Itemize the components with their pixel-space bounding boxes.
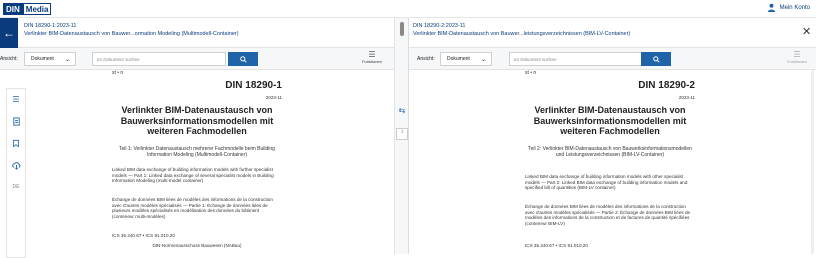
account-label: Mein Konto <box>779 4 810 11</box>
left-funktionen-button[interactable]: ☰ Funktionen <box>360 50 384 65</box>
toc-list-button[interactable]: ☰ <box>10 93 22 105</box>
right-toolbar: Ansicht: Dokument ⌄ Im Dokument suchen ☰… <box>409 48 816 70</box>
compare-rail: ⇆ ↕ <box>394 18 408 254</box>
chevron-down-icon: ⌄ <box>480 57 486 63</box>
bookmark-button[interactable] <box>10 137 22 149</box>
right-search-button[interactable] <box>641 52 671 66</box>
chevron-down-icon: ⌄ <box>64 57 70 63</box>
din-media-logo[interactable]: DIN Media <box>3 3 52 15</box>
right-subtitle: Teil 2: Verlinkter BIM-Datenaustausch vo… <box>528 146 692 158</box>
right-french-title: Échange de données BIM liées de modèles … <box>525 204 691 226</box>
print-button[interactable] <box>10 115 22 127</box>
document-icon <box>12 116 20 126</box>
right-document-pane: DIN 18290-2:2023-11 Verlinkter BIM-Daten… <box>408 18 816 254</box>
left-document-content: ☰ DE st • n DIN 18290-1 2023-11 Verlinkt… <box>0 70 408 258</box>
left-scrollbar-thumb[interactable] <box>400 22 404 36</box>
back-button[interactable]: ← <box>0 18 18 48</box>
top-bar: DIN Media Mein Konto <box>0 0 816 18</box>
sync-scroll-button[interactable]: ↕ <box>396 128 408 140</box>
right-ics: ICS 35.240.67 • ICS 91.010.20 <box>525 243 588 248</box>
left-din-mark: st • n <box>112 70 124 76</box>
arrow-left-icon: ← <box>3 26 15 40</box>
left-view-label: Ansicht: <box>0 56 18 62</box>
right-date: 2023-11 <box>678 95 695 100</box>
left-search-button[interactable] <box>228 52 258 66</box>
search-icon <box>239 55 247 63</box>
right-funktionen-label: Funktionen <box>787 59 807 64</box>
menu-icon: ☰ <box>368 50 376 59</box>
right-doc-number: DIN 18290-2 <box>638 80 695 91</box>
left-french-title: Échange de données BIM liées de modèles … <box>112 197 273 219</box>
left-doc-number: DIN 18290-1 <box>225 80 282 91</box>
left-funktionen-label: Funktionen <box>362 59 382 64</box>
user-icon <box>767 3 775 12</box>
left-side-toolbar: ☰ DE <box>6 88 26 258</box>
right-main-title: Verlinkter BIM-Datenaustausch von Bauwer… <box>533 105 687 136</box>
logo-din-text: DIN <box>3 3 23 15</box>
bookmark-icon <box>13 139 19 148</box>
left-document-pane: ← DIN 18290-1:2023-11 Verlinkter BIM-Dat… <box>0 18 408 258</box>
left-date: 2023-11 <box>265 95 282 100</box>
download-button[interactable] <box>10 159 22 171</box>
swap-documents-button[interactable]: ⇆ <box>396 106 408 118</box>
search-icon <box>652 55 660 63</box>
right-close-button[interactable]: ✕ <box>802 25 811 38</box>
right-din-mark: st • n <box>525 70 537 76</box>
cloud-download-icon <box>11 161 20 170</box>
menu-icon: ☰ <box>793 50 801 59</box>
right-view-select[interactable]: Dokument ⌄ <box>440 52 492 66</box>
swap-icon: ⇆ <box>398 106 406 115</box>
left-search-input[interactable]: Im Dokument suchen <box>92 52 226 66</box>
left-toolbar: Ansicht: Dokument ⌄ Im Dokument suchen ☰… <box>0 48 408 70</box>
list-icon: ☰ <box>12 94 20 104</box>
left-committee: DIN-Normenausschuss Bauwesen (NABau) <box>152 243 242 248</box>
sync-icon: ↕ <box>400 129 404 135</box>
logo-media-text: Media <box>22 3 52 15</box>
right-english-title: Linked BIM data exchange of building inf… <box>525 174 688 190</box>
left-subtitle: Teil 1: Verlinkter Datenaustausch mehrer… <box>119 146 275 158</box>
right-doc-title: Verlinkter BIM-Datenaustausch von Bauwer… <box>413 31 631 37</box>
language-de-toggle[interactable]: DE <box>10 181 22 193</box>
right-view-label: Ansicht: <box>417 56 435 62</box>
right-doc-header: DIN 18290-2:2023-11 Verlinkter BIM-Daten… <box>409 18 816 48</box>
account-menu[interactable]: Mein Konto <box>767 3 810 12</box>
right-document-content: st • n DIN 18290-2 2023-11 Verlinkter BI… <box>409 70 816 254</box>
left-main-title: Verlinkter BIM-Datenaustausch von Bauwer… <box>120 105 274 136</box>
right-search-input[interactable]: Im Dokument suchen <box>509 52 643 66</box>
left-doc-title: Verlinkter BIM-Datenaustausch von Bauwer… <box>24 31 239 37</box>
left-english-title: Linked BIM data exchange of building inf… <box>112 167 274 183</box>
right-doc-id: DIN 18290-2:2023-11 <box>413 23 466 29</box>
left-doc-header: ← DIN 18290-1:2023-11 Verlinkter BIM-Dat… <box>0 18 408 48</box>
right-page: st • n DIN 18290-2 2023-11 Verlinkter BI… <box>525 70 695 248</box>
left-view-select[interactable]: Dokument ⌄ <box>24 52 76 66</box>
left-ics: ICS 35.240.67 • ICS 91.010.20 <box>112 233 175 238</box>
left-view-select-value: Dokument <box>31 56 54 62</box>
right-scrollbar[interactable] <box>811 70 814 254</box>
close-icon: ✕ <box>802 26 812 38</box>
right-funktionen-button[interactable]: ☰ Funktionen <box>785 50 809 65</box>
right-view-select-value: Dokument <box>447 56 470 62</box>
left-page: st • n DIN 18290-1 2023-11 Verlinkter BI… <box>112 70 282 248</box>
left-doc-id: DIN 18290-1:2023-11 <box>24 23 77 29</box>
